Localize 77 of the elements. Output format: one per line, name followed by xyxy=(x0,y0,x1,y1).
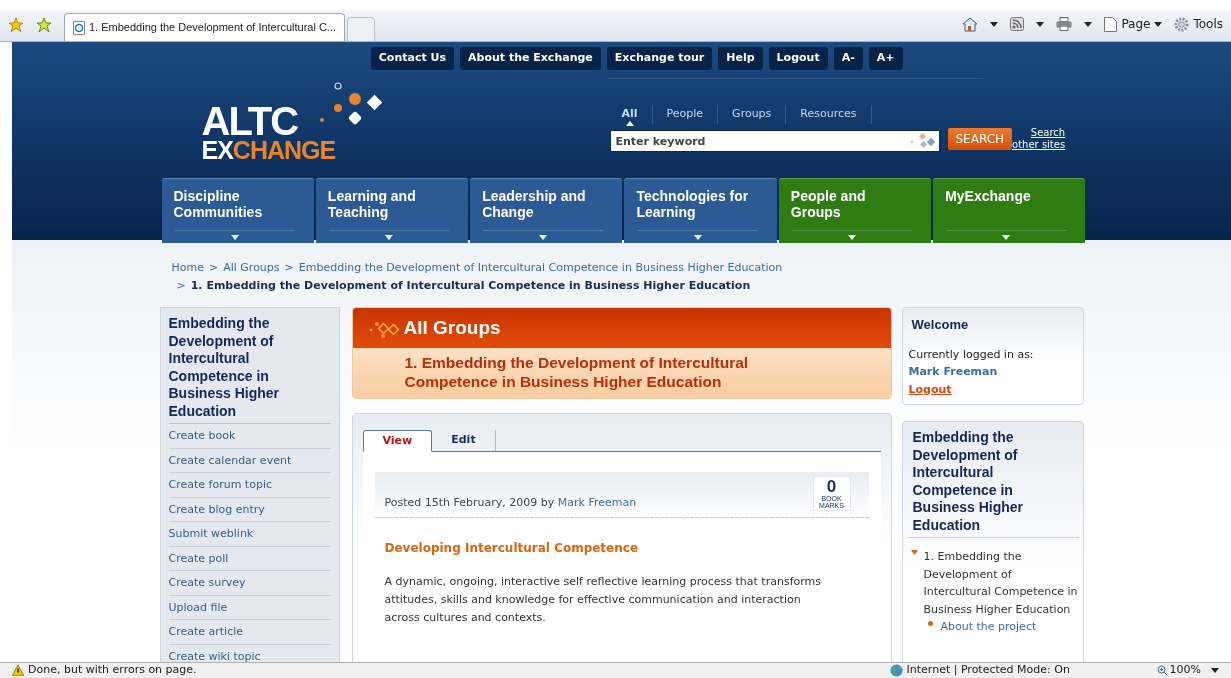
search-scope-tab[interactable]: All xyxy=(609,104,653,124)
zoom-caret-icon xyxy=(1211,668,1219,673)
breadcrumb-current-page: 1. Embedding the Development of Intercultural Competence in Business Higher Education xyxy=(190,278,751,294)
sidebar-link[interactable]: Upload file xyxy=(168,595,331,620)
breadcrumb-link[interactable]: All Groups xyxy=(223,259,280,277)
search-scope-tab[interactable]: People xyxy=(652,104,719,124)
bullet-icon xyxy=(927,621,933,627)
content-tab[interactable]: Edit xyxy=(432,430,496,451)
sidebar-link[interactable]: Create forum topic xyxy=(168,473,331,498)
top-link[interactable]: Help xyxy=(718,47,763,70)
breadcrumb-separator: > xyxy=(284,260,294,276)
group-heading: All Groups xyxy=(403,315,501,340)
nav-tab[interactable]: Discipline Communities xyxy=(161,177,314,243)
top-link[interactable]: A+ xyxy=(868,47,903,70)
sidebar-link[interactable]: Create book xyxy=(168,424,331,449)
post-meta: Posted 15th February, 2009 by Mark Freeman xyxy=(384,494,637,511)
breadcrumb-separator: > xyxy=(209,260,219,276)
sidebar-link[interactable]: Create survey xyxy=(168,571,331,596)
search-other-sites-link[interactable]: Search other sites xyxy=(1012,126,1066,151)
group-panel-title: Embedding the Development of Intercultural Competence in Business Higher Education xyxy=(906,429,1079,538)
breadcrumb-separator: > xyxy=(176,278,186,294)
welcome-title: Welcome xyxy=(910,316,970,334)
top-link[interactable]: Logout xyxy=(768,47,828,70)
security-zone: Internet | Protected Mode: On xyxy=(906,662,1071,678)
logout-link[interactable]: Logout xyxy=(908,380,1077,398)
nav-tab[interactable]: People and Groups xyxy=(778,177,932,243)
search-field[interactable]: Enter keyword xyxy=(609,130,940,152)
post-body: A dynamic, ongoing, interactive self reflective learning process that transforms attitudes, skills and knowledge for effective communication and interaction across cultures and contexts. xyxy=(384,574,822,626)
printer-icon[interactable] xyxy=(1056,17,1073,31)
sidebar-link[interactable]: Create blog entry xyxy=(168,497,331,522)
sidebar-link[interactable]: Submit weblink xyxy=(168,522,331,547)
feed-caret-icon xyxy=(1036,21,1045,27)
login-status: Currently logged in as: xyxy=(908,346,1035,363)
group-subheading: 1. Embedding the Development of Intercultural Competence in Business Higher Education xyxy=(404,353,750,391)
favorites-star-icon[interactable] xyxy=(8,17,24,33)
expanded-triangle-icon[interactable] xyxy=(910,550,918,556)
author-link[interactable]: Mark Freeman xyxy=(557,495,637,509)
ie-page-icon xyxy=(73,20,85,35)
nav-tab[interactable]: MyExchange xyxy=(933,177,1086,243)
content-tab[interactable]: View xyxy=(362,430,433,452)
tree-item[interactable]: 1. Embedding the Development of Intercultural Competence in Business Higher Education xyxy=(923,548,1079,619)
home-caret-icon xyxy=(990,21,999,27)
post-title: Developing Intercultural Competence xyxy=(384,540,640,557)
warning-icon[interactable] xyxy=(12,665,24,676)
feed-icon[interactable] xyxy=(1010,17,1025,31)
page-icon xyxy=(1104,16,1118,32)
gear-icon xyxy=(1174,16,1190,32)
logo-title: ALTC xyxy=(201,102,298,139)
nav-tab[interactable]: Learning and Teaching xyxy=(315,177,469,243)
search-scope-tab[interactable]: Groups xyxy=(718,104,787,124)
globe-icon xyxy=(889,664,903,677)
top-link[interactable]: A- xyxy=(833,47,863,70)
tools-menu[interactable]: Tools xyxy=(1174,15,1223,33)
status-message: Done, but with errors on page. xyxy=(28,662,197,678)
breadcrumb-link[interactable]: Embedding the Development of Intercultural Competence in Business Higher Education xyxy=(298,259,783,277)
top-link[interactable]: Exchange tour xyxy=(606,47,713,70)
breadcrumb-link[interactable]: Home xyxy=(171,259,204,277)
browser-tab[interactable]: 1. Embedding the Development of Intercultural C... xyxy=(64,13,346,41)
sidebar-link[interactable]: Create poll xyxy=(168,546,331,571)
sidebar-link[interactable]: Create calendar event xyxy=(168,448,331,473)
print-caret-icon xyxy=(1084,21,1093,27)
zoom-level[interactable]: 100% xyxy=(1156,662,1201,678)
sidebar-link[interactable]: Create article xyxy=(168,620,331,645)
page-menu[interactable]: Page xyxy=(1104,15,1163,33)
nav-tab[interactable]: Leadership and Change xyxy=(470,177,623,243)
add-favorite-icon[interactable] xyxy=(36,17,52,33)
tree-item[interactable]: About the project xyxy=(940,618,1037,636)
sidebar-title: Embedding the Development of Intercultural Competence in Business Higher Education xyxy=(168,315,331,424)
logo-subtitle: EXCHANGE xyxy=(201,138,336,161)
top-link[interactable]: About the Exchange xyxy=(460,47,601,70)
user-link[interactable]: Mark Freeman xyxy=(908,363,1077,381)
caret-icon xyxy=(1154,21,1163,27)
search-scope-tab[interactable]: Resources xyxy=(786,104,872,124)
nav-tab[interactable]: Technologies for Learning xyxy=(624,177,777,243)
home-icon[interactable] xyxy=(962,16,979,32)
zoom-icon xyxy=(1156,665,1168,676)
top-link[interactable]: Contact Us xyxy=(370,47,454,70)
